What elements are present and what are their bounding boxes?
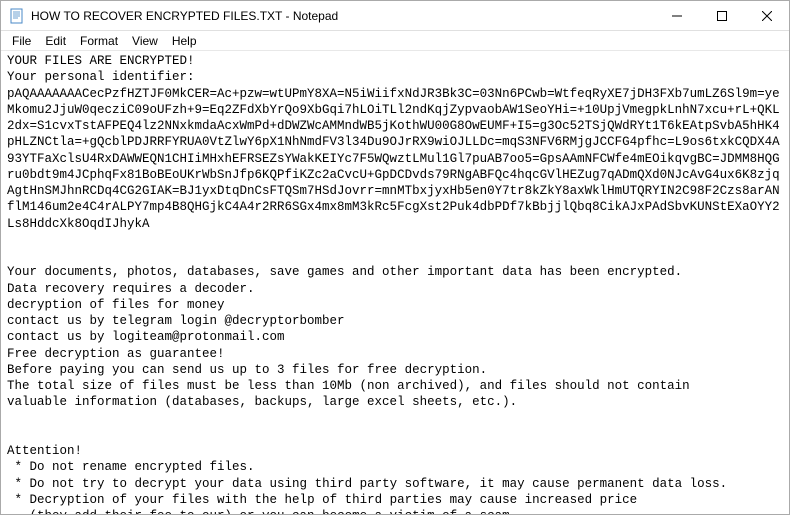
titlebar: HOW TO RECOVER ENCRYPTED FILES.TXT - Not…	[1, 1, 789, 31]
menubar: File Edit Format View Help	[1, 31, 789, 51]
line-text: Data recovery requires a decoder.	[7, 282, 255, 296]
menu-format[interactable]: Format	[73, 33, 125, 49]
window-controls	[654, 1, 789, 30]
line-text: decryption of files for money	[7, 298, 225, 312]
line-bullet: * Do not try to decrypt your data using …	[7, 477, 727, 491]
line-text: contact us by telegram login @decryptorb…	[7, 314, 345, 328]
menu-file[interactable]: File	[5, 33, 38, 49]
menu-edit[interactable]: Edit	[38, 33, 73, 49]
line-text: contact us by logiteam@protonmail.com	[7, 330, 285, 344]
line-text: Free decryption as guarantee!	[7, 347, 225, 361]
line-heading: YOUR FILES ARE ENCRYPTED!	[7, 54, 195, 68]
minimize-button[interactable]	[654, 1, 699, 30]
line-bullet: * Do not rename encrypted files.	[7, 460, 255, 474]
window-title: HOW TO RECOVER ENCRYPTED FILES.TXT - Not…	[31, 9, 654, 23]
menu-help[interactable]: Help	[165, 33, 204, 49]
line-text: The total size of files must be less tha…	[7, 379, 690, 393]
line-attention: Attention!	[7, 444, 82, 458]
notepad-icon	[9, 8, 25, 24]
menu-view[interactable]: View	[125, 33, 165, 49]
line-pid-block: pAQAAAAAAACecPzfHZTJF0MkCER=Ac+pzw=wtUPm…	[7, 87, 780, 231]
close-button[interactable]	[744, 1, 789, 30]
line-text: Your documents, photos, databases, save …	[7, 265, 682, 279]
text-area[interactable]: YOUR FILES ARE ENCRYPTED! Your personal …	[1, 51, 789, 514]
line-pid-label: Your personal identifier:	[7, 70, 195, 84]
line-bullet: (they add their fee to our) or you can b…	[7, 509, 517, 514]
line-text: Before paying you can send us up to 3 fi…	[7, 363, 487, 377]
maximize-button[interactable]	[699, 1, 744, 30]
line-bullet: * Decryption of your files with the help…	[7, 493, 637, 507]
line-text: valuable information (databases, backups…	[7, 395, 517, 409]
